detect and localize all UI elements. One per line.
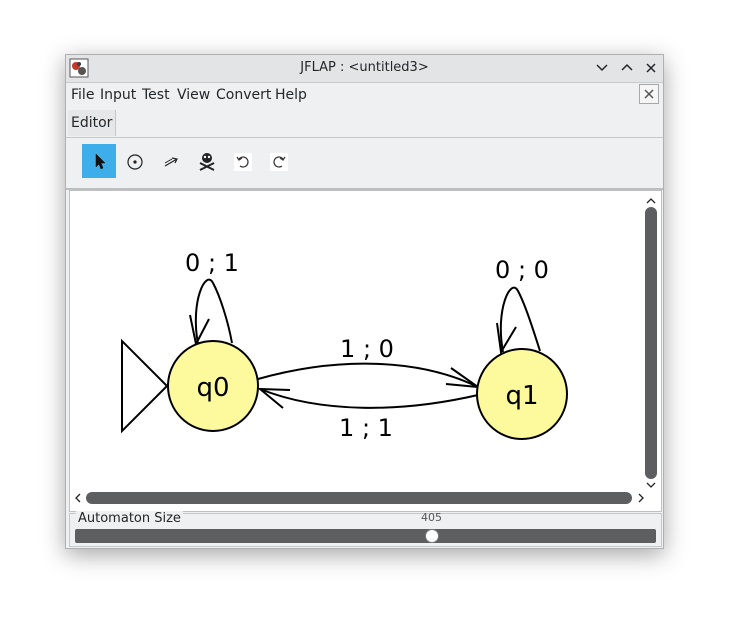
- close-window-button[interactable]: [642, 59, 660, 77]
- pointer-arrow-icon: [95, 153, 106, 170]
- scroll-up-icon[interactable]: [644, 197, 658, 205]
- scroll-right-icon[interactable]: [637, 491, 645, 505]
- state-tool-button[interactable]: [118, 144, 152, 178]
- menu-file[interactable]: File: [71, 87, 94, 103]
- transition-label-loop-q0: 0 ; 1: [185, 249, 239, 277]
- transition-tool-button[interactable]: [154, 144, 188, 178]
- menu-input[interactable]: Input: [100, 87, 136, 103]
- tab-editor[interactable]: Editor: [68, 110, 117, 136]
- scroll-down-icon[interactable]: [644, 481, 658, 489]
- close-icon: [646, 63, 656, 73]
- state-circle-icon: [127, 154, 143, 170]
- menu-bar: File Input Test View Convert Help: [66, 82, 663, 109]
- undo-tool-button[interactable]: [226, 144, 260, 178]
- redo-icon: [270, 153, 288, 171]
- jflap-window: JFLAP : <untitled3> File Input Test View…: [65, 54, 664, 549]
- automaton-size-label: Automaton Size: [76, 511, 183, 526]
- menu-help[interactable]: Help: [275, 87, 307, 103]
- transition-q0-q1[interactable]: [257, 362, 479, 388]
- transition-label-loop-q1: 0 ; 0: [495, 256, 549, 284]
- state-q0-label: q0: [196, 373, 229, 403]
- automaton-diagram: q0 q1 0 ; 1 0 ; 0 1 ; 0 1 ; 1: [121, 249, 568, 442]
- close-document-button[interactable]: [639, 84, 659, 104]
- menu-test[interactable]: Test: [142, 87, 170, 103]
- close-icon: [644, 89, 654, 99]
- vertical-scroll-thumb[interactable]: [645, 207, 657, 479]
- automaton-canvas[interactable]: q0 q1 0 ; 1 0 ; 0 1 ; 0 1 ; 1: [69, 190, 662, 512]
- transition-label-q1-q0: 1 ; 1: [339, 414, 393, 442]
- automaton-size-value: 405: [421, 511, 442, 524]
- transition-arrow-icon: [164, 157, 178, 167]
- transition-label-q0-q1: 1 ; 0: [340, 335, 394, 363]
- scroll-left-icon[interactable]: [74, 491, 82, 505]
- automaton-size-group: Automaton Size 405: [69, 511, 662, 547]
- arrowhead-loop-q0: [189, 314, 210, 347]
- window-title: JFLAP : <untitled3>: [300, 60, 429, 75]
- editor-toolbar: [66, 138, 663, 190]
- redo-tool-button[interactable]: [262, 144, 296, 178]
- arrowhead-q0-q1: [445, 367, 482, 389]
- tab-bar: Editor: [66, 109, 663, 138]
- maximize-button[interactable]: [618, 59, 636, 77]
- skull-delete-icon: [199, 153, 215, 171]
- menu-view[interactable]: View: [177, 87, 210, 103]
- delete-tool-button[interactable]: [190, 144, 224, 178]
- transition-q1-q0[interactable]: [259, 388, 479, 409]
- title-bar[interactable]: JFLAP : <untitled3>: [66, 55, 663, 83]
- minimize-button[interactable]: [593, 59, 611, 77]
- menu-convert[interactable]: Convert: [216, 87, 271, 103]
- state-q1-label: q1: [505, 381, 538, 411]
- chevron-down-icon: [596, 64, 608, 72]
- undo-icon: [234, 153, 252, 171]
- pointer-tool-button[interactable]: [82, 144, 116, 178]
- automaton-size-slider-handle[interactable]: [425, 529, 439, 543]
- horizontal-scroll-thumb[interactable]: [86, 492, 632, 504]
- initial-state-marker: [121, 338, 169, 434]
- vertical-scrollbar[interactable]: [644, 197, 658, 489]
- automaton-size-slider[interactable]: [75, 529, 656, 543]
- horizontal-scrollbar[interactable]: [74, 491, 646, 505]
- chevron-up-icon: [621, 63, 633, 71]
